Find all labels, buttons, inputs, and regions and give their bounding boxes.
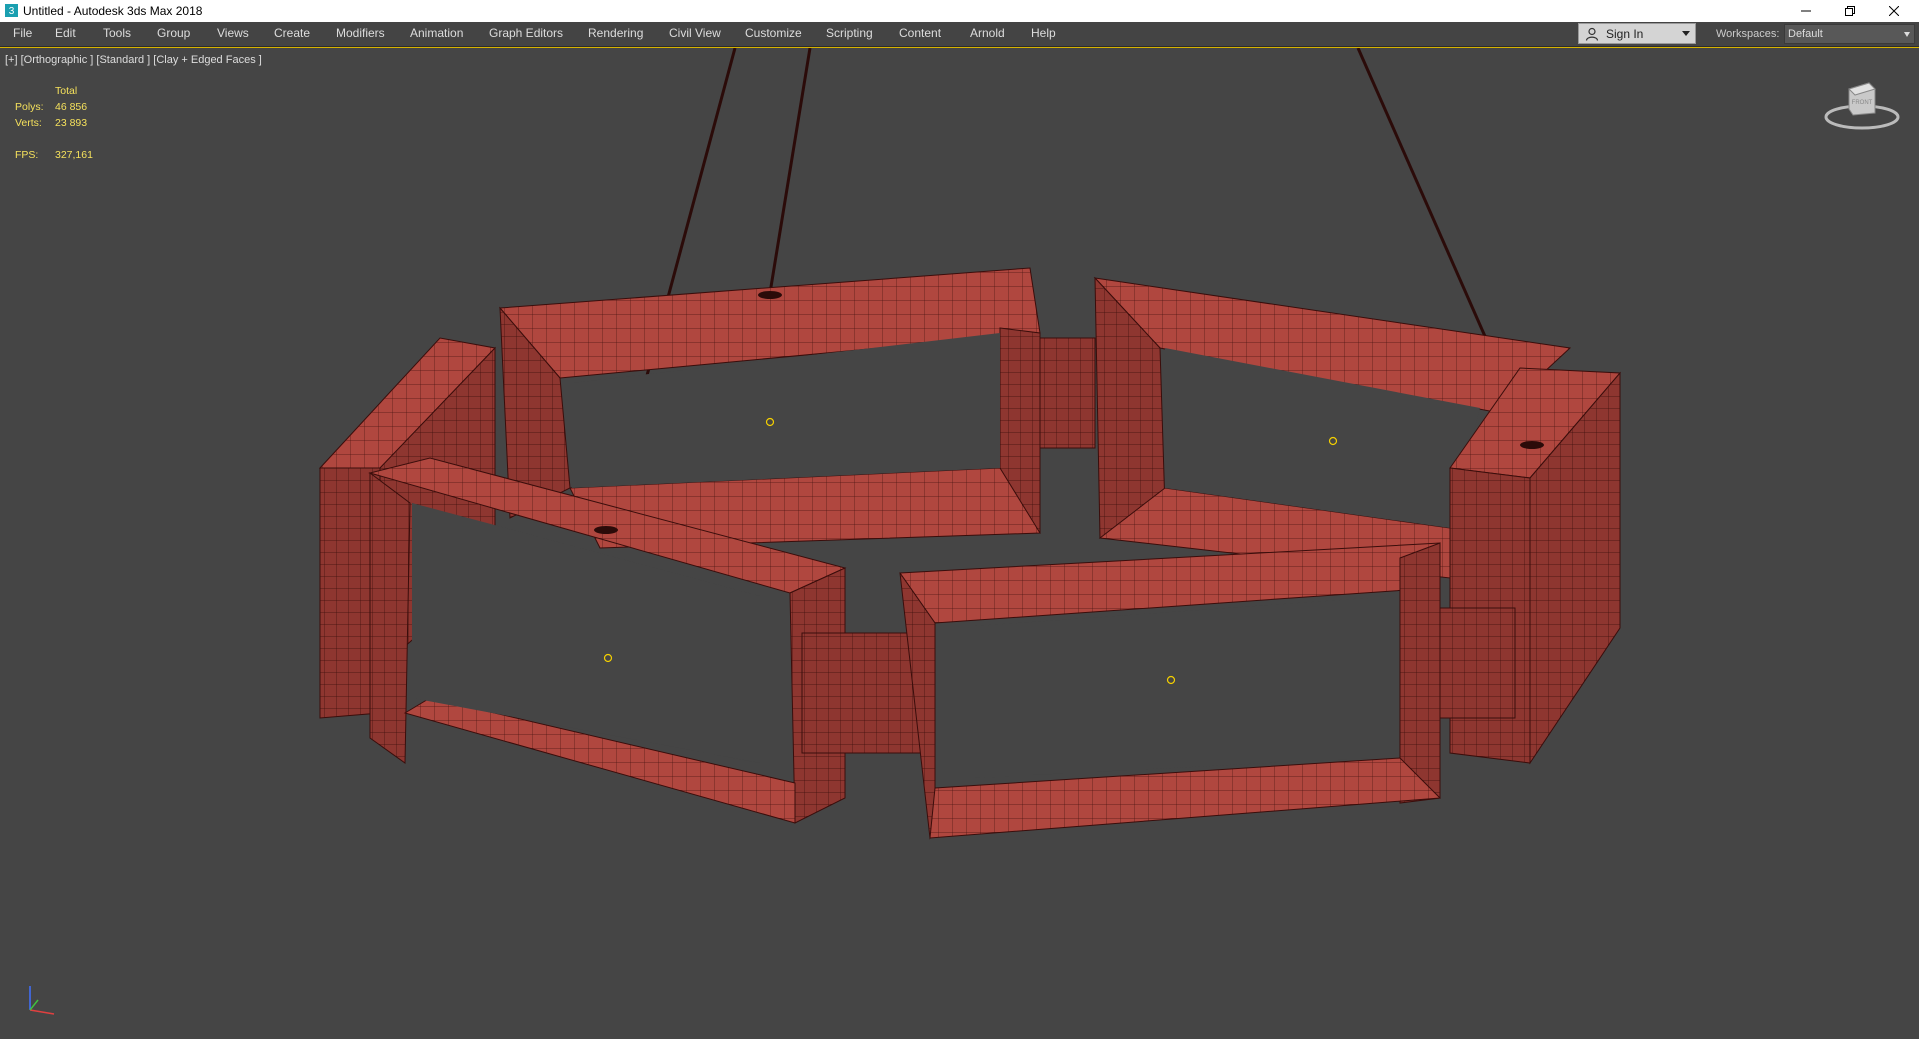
user-icon (1585, 27, 1599, 41)
viewcube-label: FRONT (1852, 100, 1873, 106)
frame-front-right[interactable] (899, 542, 1442, 840)
sign-in-label: Sign In (1606, 27, 1644, 41)
menu-scripting[interactable]: Scripting (826, 26, 873, 40)
axis-tripod-icon (29, 986, 55, 1015)
chevron-down-icon (1682, 31, 1690, 36)
connector-back (1039, 337, 1096, 449)
menu-arnold[interactable]: Arnold (970, 26, 1005, 40)
menu-animation[interactable]: Animation (410, 26, 463, 40)
menu-edit[interactable]: Edit (55, 26, 76, 40)
menu-help[interactable]: Help (1031, 26, 1056, 40)
scene-geometry[interactable] (0, 48, 1919, 1038)
menu-views[interactable]: Views (217, 26, 249, 40)
svg-text:3: 3 (9, 6, 15, 17)
close-button[interactable] (1872, 0, 1916, 22)
restore-button[interactable] (1828, 0, 1872, 22)
workspaces-label: Workspaces: (1716, 28, 1780, 40)
title-bar: 3 Untitled - Autodesk 3ds Max 2018 (0, 0, 1919, 22)
window-title: Untitled - Autodesk 3ds Max 2018 (23, 4, 203, 18)
perspective-viewport[interactable]: [+] [Orthographic ] [Standard ] [Clay + … (0, 47, 1919, 1039)
menu-modifiers[interactable]: Modifiers (336, 26, 385, 40)
menu-rendering[interactable]: Rendering (588, 26, 643, 40)
viewcube-icon[interactable]: FRONT (1822, 73, 1902, 135)
menu-civil-view[interactable]: Civil View (669, 26, 721, 40)
sign-in-button[interactable]: Sign In (1578, 23, 1696, 44)
menu-file[interactable]: File (13, 26, 32, 40)
close-icon (1889, 6, 1899, 16)
menu-tools[interactable]: Tools (103, 26, 131, 40)
menu-graph-editors[interactable]: Graph Editors (489, 26, 563, 40)
connector-front (801, 632, 923, 754)
chevron-down-icon (1904, 32, 1910, 37)
menu-create[interactable]: Create (274, 26, 310, 40)
minimize-icon (1801, 10, 1811, 12)
menu-group[interactable]: Group (157, 26, 190, 40)
minimize-button[interactable] (1784, 0, 1828, 22)
workspaces-value: Default (1788, 28, 1823, 40)
3ds-max-app-icon[interactable]: 3 (4, 3, 19, 18)
menu-customize[interactable]: Customize (745, 26, 802, 40)
workspaces-dropdown[interactable]: Default (1784, 24, 1915, 44)
restore-icon (1845, 6, 1855, 16)
connector-right (1439, 607, 1516, 719)
menu-content[interactable]: Content (899, 26, 941, 40)
